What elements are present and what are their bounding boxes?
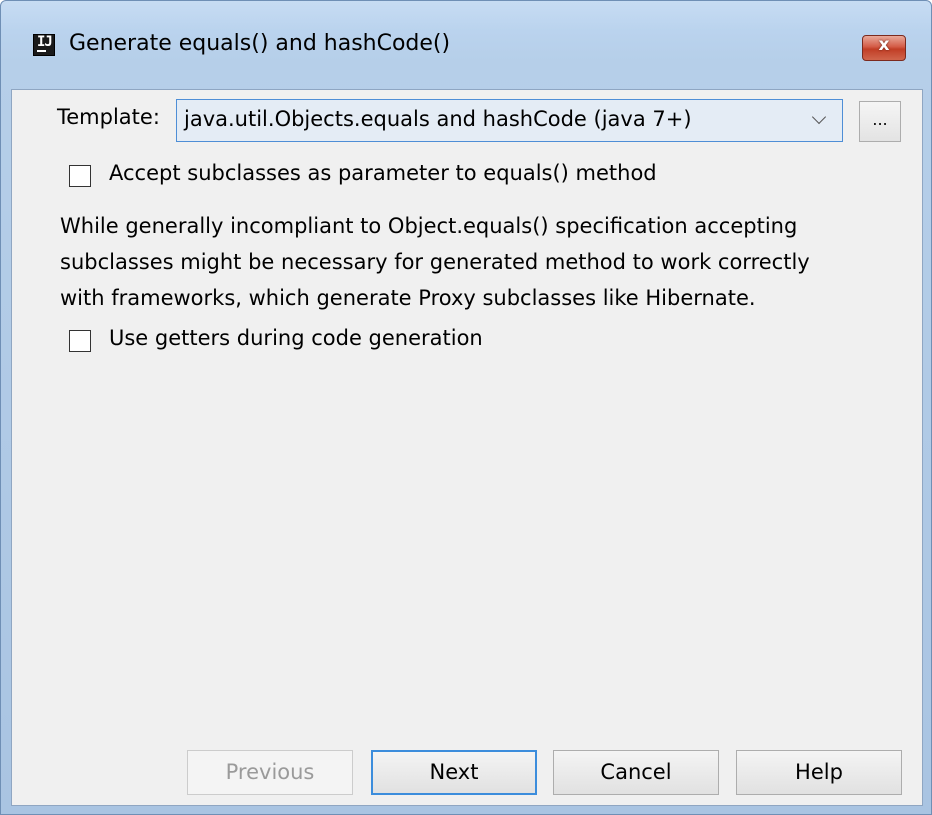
description-line: with frameworks, which generate Proxy su… — [60, 286, 756, 310]
help-button[interactable]: Help — [736, 750, 902, 795]
intellij-idea-icon — [33, 34, 55, 56]
chevron-down-icon — [811, 109, 827, 125]
dialog-title: Generate equals() and hashCode() — [69, 31, 451, 56]
template-dropdown[interactable]: java.util.Objects.equals and hashCode (j… — [176, 99, 843, 142]
next-button[interactable]: Next — [371, 750, 537, 795]
accept-subclasses-checkbox[interactable] — [69, 165, 91, 187]
browse-templates-button[interactable]: ... — [859, 101, 901, 142]
title-bar[interactable]: Generate equals() and hashCode() x — [1, 1, 931, 89]
dialog-window: Generate equals() and hashCode() x Templ… — [0, 0, 932, 815]
close-button[interactable]: x — [862, 35, 906, 61]
close-icon: x — [878, 35, 890, 55]
dialog-content: Template: java.util.Objects.equals and h… — [11, 89, 923, 806]
cancel-button[interactable]: Cancel — [553, 750, 719, 795]
template-label: Template: — [57, 105, 160, 129]
description-line: While generally incompliant to Object.eq… — [60, 214, 798, 238]
template-dropdown-value: java.util.Objects.equals and hashCode (j… — [184, 107, 692, 131]
accept-subclasses-label[interactable]: Accept subclasses as parameter to equals… — [109, 161, 657, 185]
use-getters-label[interactable]: Use getters during code generation — [109, 326, 483, 350]
previous-button[interactable]: Previous — [187, 750, 353, 795]
description-line: subclasses might be necessary for genera… — [60, 250, 810, 274]
use-getters-checkbox[interactable] — [69, 330, 91, 352]
subclasses-description: While generally incompliant to Object.eq… — [60, 208, 910, 316]
